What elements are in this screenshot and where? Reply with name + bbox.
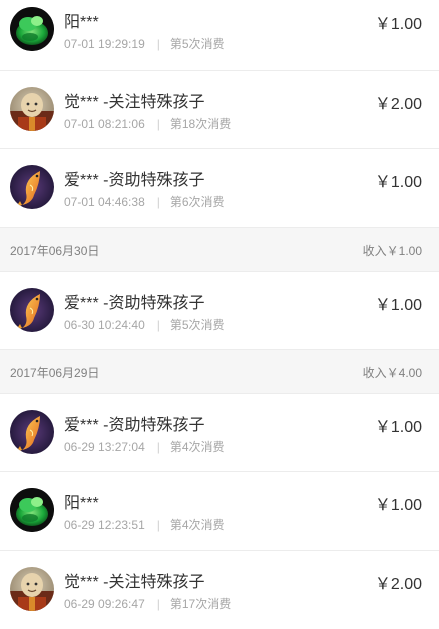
meta-separator: | [156,195,160,209]
meta-separator: | [156,440,160,454]
transaction-count: 第6次消费 [169,195,225,209]
transaction-time: 07-01 08:21:06 [64,117,145,131]
transaction-time: 06-29 13:27:04 [64,440,145,454]
list-item[interactable]: 觉*** -关注特殊孩子 07-01 08:21:06 | 第18次消费 ￥2.00 [0,71,439,149]
transaction-amount: ￥2.00 [374,96,422,113]
date-group-header: 2017年06月30日 收入￥1.00 [0,228,439,272]
koi-avatar-icon [10,288,54,332]
monk-avatar-icon [10,567,54,611]
transaction-meta: 06-29 12:23:51 | 第4次消费 [64,516,225,533]
transaction-count: 第5次消费 [169,318,225,332]
transaction-amount: ￥1.00 [374,16,422,33]
green-avatar-icon [10,7,54,51]
donor-name: 阳*** [64,495,99,512]
list-item[interactable]: 阳*** 07-01 19:29:19 | 第5次消费 ￥1.00 [0,0,439,71]
avatar [10,87,54,131]
meta-separator: | [156,518,160,532]
donor-name: 阳*** [64,14,99,31]
transaction-meta: 06-29 09:26:47 | 第17次消费 [64,595,231,612]
meta-separator: | [156,117,160,131]
koi-avatar-icon [10,410,54,454]
transaction-time: 06-29 12:23:51 [64,518,145,532]
list-item[interactable]: 阳*** 06-29 12:23:51 | 第4次消费 ￥1.00 [0,472,439,551]
list-item[interactable]: 爱*** -资助特殊孩子 07-01 04:46:38 | 第6次消费 ￥1.00 [0,149,439,228]
donor-name: 觉*** -关注特殊孩子 [64,574,205,591]
green-avatar-icon [10,488,54,532]
donor-name: 爱*** -资助特殊孩子 [64,417,205,434]
meta-separator: | [156,597,160,611]
donor-name: 爱*** -资助特殊孩子 [64,295,205,312]
group-date: 2017年06月30日 [10,244,100,258]
transaction-meta: 07-01 19:29:19 | 第5次消费 [64,35,225,52]
transaction-amount: ￥1.00 [374,297,422,314]
transaction-amount: ￥2.00 [374,576,422,593]
transaction-time: 07-01 19:29:19 [64,37,145,51]
avatar [10,165,54,209]
transaction-count: 第18次消费 [169,117,232,131]
donor-name: 爱*** -资助特殊孩子 [64,172,205,189]
list-item[interactable]: 觉*** -关注特殊孩子 06-29 09:26:47 | 第17次消费 ￥2.00 [0,551,439,629]
transaction-list: 阳*** 07-01 19:29:19 | 第5次消费 ￥1.00 觉*** -关注… [0,0,439,629]
transaction-time: 06-29 09:26:47 [64,597,145,611]
transaction-count: 第4次消费 [169,440,225,454]
avatar [10,7,54,51]
transaction-count: 第5次消费 [169,37,225,51]
meta-separator: | [156,318,160,332]
meta-separator: | [156,37,160,51]
transaction-meta: 07-01 08:21:06 | 第18次消费 [64,115,231,132]
transaction-count: 第4次消费 [169,518,225,532]
transaction-time: 06-30 10:24:40 [64,318,145,332]
transaction-meta: 07-01 04:46:38 | 第6次消费 [64,193,225,210]
koi-avatar-icon [10,165,54,209]
transaction-time: 07-01 04:46:38 [64,195,145,209]
avatar [10,410,54,454]
donor-name: 觉*** -关注特殊孩子 [64,94,205,111]
list-item[interactable]: 爱*** -资助特殊孩子 06-29 13:27:04 | 第4次消费 ￥1.00 [0,394,439,472]
transaction-amount: ￥1.00 [374,174,422,191]
transaction-meta: 06-29 13:27:04 | 第4次消费 [64,438,225,455]
transaction-amount: ￥1.00 [374,497,422,514]
transaction-amount: ￥1.00 [374,419,422,436]
transaction-meta: 06-30 10:24:40 | 第5次消费 [64,316,225,333]
group-date: 2017年06月29日 [10,366,100,380]
group-income: 收入￥1.00 [362,244,422,258]
avatar [10,288,54,332]
date-group-header: 2017年06月29日 收入￥4.00 [0,350,439,394]
monk-avatar-icon [10,87,54,131]
avatar [10,567,54,611]
transaction-count: 第17次消费 [169,597,232,611]
group-income: 收入￥4.00 [362,366,422,380]
list-item[interactable]: 爱*** -资助特殊孩子 06-30 10:24:40 | 第5次消费 ￥1.00 [0,272,439,350]
avatar [10,488,54,532]
